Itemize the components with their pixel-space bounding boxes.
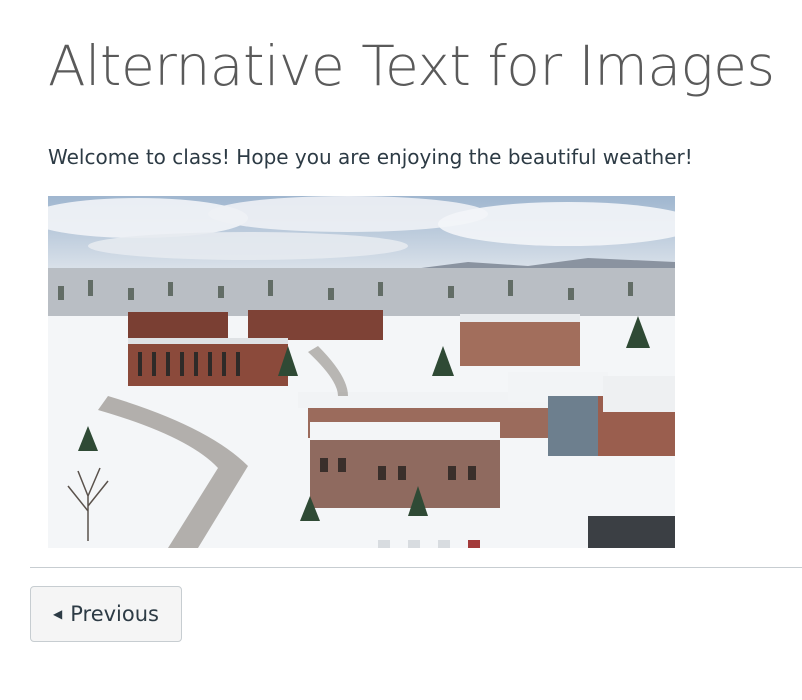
campus-photo: [48, 196, 675, 548]
previous-button-label: Previous: [70, 602, 159, 626]
campus-aerial-illustration: [48, 196, 675, 548]
page-title: Alternative Text for Images: [48, 34, 775, 98]
caret-left-icon: ◀: [53, 607, 63, 621]
previous-button[interactable]: ◀ Previous: [30, 586, 182, 642]
intro-text: Welcome to class! Hope you are enjoying …: [48, 145, 693, 169]
footer-divider: [30, 567, 802, 568]
